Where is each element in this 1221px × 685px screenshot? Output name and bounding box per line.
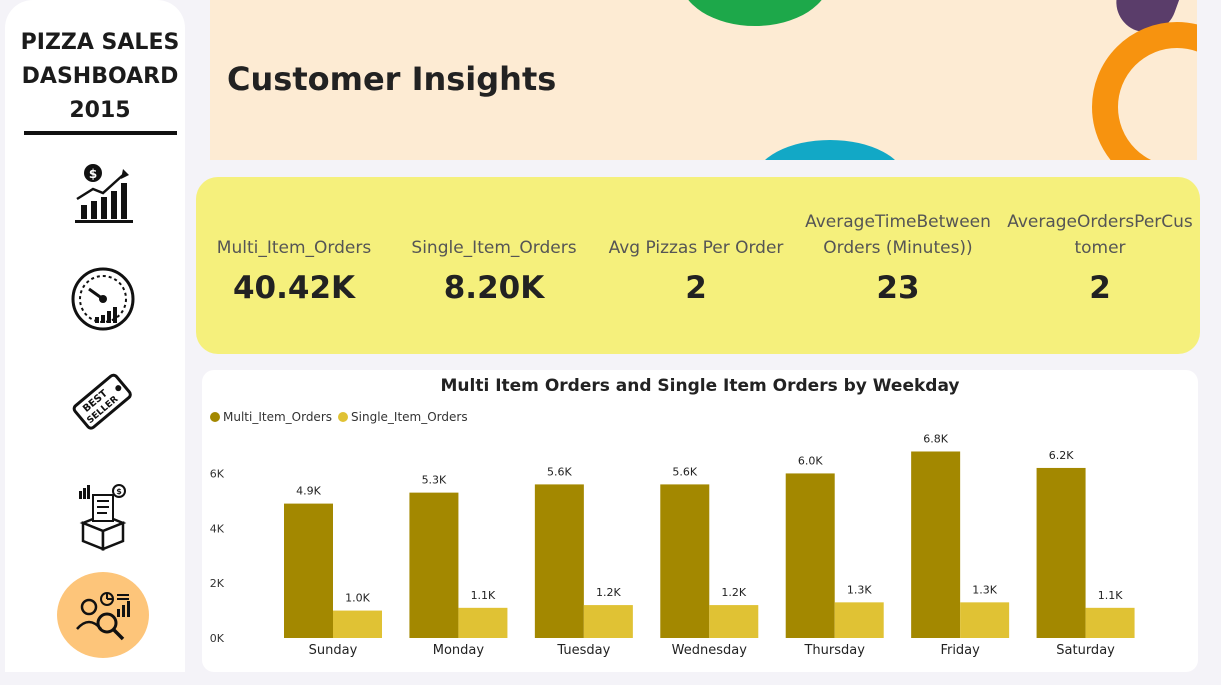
sidebar: PIZZA SALES DASHBOARD 2015 $ BEST SELLER… xyxy=(5,0,185,672)
kpi-card: Multi_Item_Orders 40.42K Single_Item_Ord… xyxy=(196,177,1200,354)
kpi-value: 8.20K xyxy=(443,270,545,306)
nav-customer-insights-button[interactable] xyxy=(57,572,149,658)
bar-multi xyxy=(534,484,584,638)
kpi-label: Avg Pizzas Per Order xyxy=(608,238,784,258)
bar-single xyxy=(709,605,759,638)
x-tick-label: Wednesday xyxy=(672,643,748,658)
data-label: 5.6K xyxy=(672,465,697,478)
data-label: 5.6K xyxy=(547,465,572,478)
bar-multi xyxy=(785,473,835,638)
bar-chart: 0K 2K 4K 6K 4.9K 1.0K Sunday 5.3K 1.1K Monday 5.6K… xyxy=(210,432,1135,658)
x-tick-label: Thursday xyxy=(803,643,865,658)
bar-multi xyxy=(284,503,333,638)
nav-sales-overview-button[interactable]: $ xyxy=(57,150,149,236)
data-label: 4.9K xyxy=(296,485,321,498)
x-tick-label: Tuesday xyxy=(556,643,610,658)
performance-gauge-icon xyxy=(71,267,135,331)
best-seller-tag-icon: BEST SELLER xyxy=(72,373,132,430)
kpi-label-line-1: AverageTimeBetween xyxy=(805,212,991,232)
bar-single xyxy=(960,602,1010,638)
page-title: Customer Insights xyxy=(227,60,557,98)
bar-single xyxy=(333,610,382,638)
bar-single xyxy=(1085,607,1135,638)
brand-line-1: PIZZA SALES xyxy=(20,30,180,55)
data-label: 6.0K xyxy=(798,454,823,467)
data-label: 6.8K xyxy=(923,432,948,445)
y-tick-label: 0K xyxy=(210,632,225,645)
data-label: 1.3K xyxy=(847,583,872,596)
data-label: 1.1K xyxy=(471,589,496,602)
kpi-value: 2 xyxy=(1089,270,1111,306)
nav-best-seller-button[interactable]: BEST SELLER xyxy=(57,358,149,444)
header-banner: Customer Insights xyxy=(210,0,1197,160)
data-label: 1.0K xyxy=(345,592,370,605)
decorative-orange-ring xyxy=(1092,22,1197,160)
data-label: 1.3K xyxy=(972,583,997,596)
bar-multi xyxy=(1036,467,1086,638)
data-label: 6.2K xyxy=(1049,449,1074,462)
decorative-teal-shape xyxy=(755,140,905,160)
y-tick-label: 6K xyxy=(210,467,225,480)
bar-single xyxy=(834,602,884,638)
kpi-label: Single_Item_Orders xyxy=(411,238,577,258)
brand-line-3: 2015 xyxy=(69,98,131,123)
y-tick-label: 4K xyxy=(210,522,225,535)
kpi-value: 40.42K xyxy=(232,270,356,306)
decorative-green-shape xyxy=(680,0,830,26)
data-label: 1.2K xyxy=(596,586,621,599)
bar-multi xyxy=(660,484,710,638)
brand-line-2: DASHBOARD xyxy=(21,64,179,89)
data-label: 1.1K xyxy=(1098,589,1123,602)
x-tick-label: Monday xyxy=(433,643,485,658)
data-label: 5.3K xyxy=(422,474,447,487)
kpi-value: 23 xyxy=(876,270,920,306)
nav-product-analysis-button[interactable]: $ xyxy=(57,472,149,558)
kpi-value: 2 xyxy=(685,270,707,306)
x-tick-label: Friday xyxy=(940,643,980,658)
kpi-label: Multi_Item_Orders xyxy=(216,238,372,258)
sales-growth-icon: $ xyxy=(75,164,133,223)
kpi-label-line-2: tomer xyxy=(1074,238,1126,258)
product-analysis-icon: $ xyxy=(79,484,127,551)
y-tick-label: 2K xyxy=(210,577,225,590)
kpi-label-line-1: AverageOrdersPerCus xyxy=(1007,212,1193,232)
bar-multi xyxy=(911,451,961,638)
x-tick-label: Saturday xyxy=(1056,643,1115,658)
bar-multi xyxy=(409,492,459,638)
data-label: 1.2K xyxy=(721,586,746,599)
svg-text:$: $ xyxy=(89,167,97,181)
weekday-orders-chart-card: Multi Item Orders and Single Item Orders… xyxy=(202,370,1198,672)
bar-single xyxy=(458,607,508,638)
x-tick-label: Sunday xyxy=(309,643,358,658)
nav-performance-button[interactable] xyxy=(57,252,149,338)
dashboard-brand: PIZZA SALES DASHBOARD 2015 xyxy=(5,26,195,128)
svg-text:$: $ xyxy=(116,487,122,496)
customer-insights-icon xyxy=(76,592,130,641)
kpi-label-line-2: Orders (Minutes)) xyxy=(823,238,973,258)
brand-divider xyxy=(24,131,177,135)
bar-single xyxy=(583,605,633,638)
